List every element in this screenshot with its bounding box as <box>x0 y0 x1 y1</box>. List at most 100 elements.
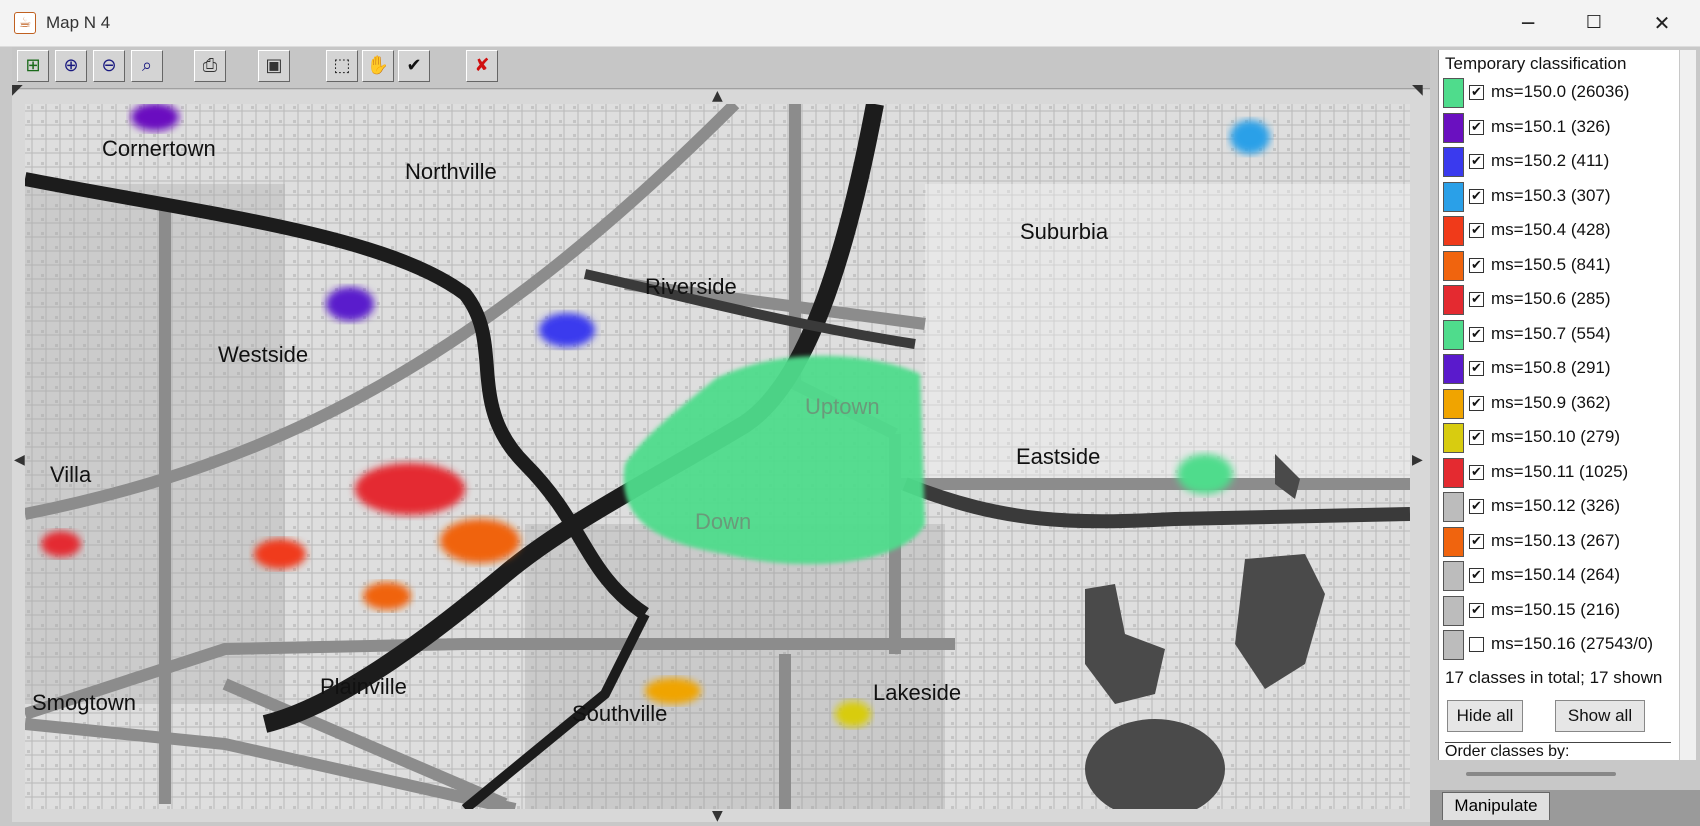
map-toolbar: ⊞ ⊕ ⊖ ⌕ ⎙ ▣ ⬚ ✋ ✔ ✘ <box>12 47 1430 89</box>
class-visibility-checkbox[interactable]: ✔ <box>1469 568 1484 583</box>
class-color-swatch[interactable] <box>1443 147 1464 177</box>
class-color-swatch[interactable] <box>1443 561 1464 591</box>
zoom-out-button[interactable]: ⊖ <box>93 50 125 82</box>
fit-map-button[interactable]: ⊞ <box>17 50 49 82</box>
place-label: Uptown <box>805 394 880 419</box>
class-color-swatch[interactable] <box>1443 216 1464 246</box>
pan-hand-button[interactable]: ✋ <box>362 50 394 82</box>
order-classes-label: Order classes by: <box>1445 742 1671 759</box>
class-row[interactable]: ✔ ms=150.13 (267) <box>1441 525 1673 559</box>
save-button[interactable]: ▣ <box>258 50 290 82</box>
class-label: ms=150.0 (26036) <box>1491 82 1630 101</box>
tab-manipulate[interactable]: Manipulate <box>1442 792 1550 820</box>
class-row[interactable]: ✔ ms=150.14 (264) <box>1441 559 1673 593</box>
pan-left-icon[interactable]: ◀ <box>14 452 25 468</box>
class-visibility-checkbox[interactable] <box>1469 637 1484 652</box>
class-blob-150-7 <box>1177 454 1233 494</box>
class-blob-150-11 <box>355 463 465 515</box>
panel-vertical-scrollbar[interactable] <box>1680 50 1696 760</box>
place-label: Down <box>695 509 751 534</box>
class-visibility-checkbox[interactable]: ✔ <box>1469 119 1484 135</box>
class-color-swatch[interactable] <box>1443 250 1464 281</box>
place-label: Northville <box>405 159 497 184</box>
class-visibility-checkbox[interactable]: ✔ <box>1469 257 1484 273</box>
class-row[interactable]: ✔ ms=150.6 (285) <box>1441 283 1673 317</box>
corner-arrow-icon[interactable]: ◥ <box>1412 82 1423 98</box>
class-color-swatch[interactable] <box>1443 78 1464 108</box>
class-visibility-checkbox[interactable]: ✔ <box>1469 533 1484 549</box>
class-row[interactable]: ✔ ms=150.0 (26036) <box>1441 76 1673 110</box>
class-label: ms=150.4 (428) <box>1491 220 1611 239</box>
place-label: Villa <box>50 462 92 487</box>
class-row[interactable]: ✔ ms=150.9 (362) <box>1441 387 1673 421</box>
class-color-swatch[interactable] <box>1443 181 1464 212</box>
class-blob-150-8 <box>326 287 374 321</box>
minimize-button[interactable]: ─ <box>1498 6 1558 40</box>
class-row[interactable]: ✔ ms=150.12 (326) <box>1441 490 1673 524</box>
confirm-button[interactable]: ✔ <box>398 50 430 82</box>
class-row[interactable]: ✔ ms=150.3 (307) <box>1441 180 1673 214</box>
class-color-swatch[interactable] <box>1443 319 1464 350</box>
class-visibility-checkbox[interactable]: ✔ <box>1469 395 1484 411</box>
class-visibility-checkbox[interactable]: ✔ <box>1469 430 1484 445</box>
class-visibility-checkbox[interactable]: ✔ <box>1469 85 1484 100</box>
class-row[interactable]: ms=150.16 (27543/0) <box>1441 628 1673 662</box>
class-row[interactable]: ✔ ms=150.10 (279) <box>1441 421 1673 455</box>
panel-horizontal-scrollbar[interactable] <box>1466 772 1616 776</box>
cancel-tool-button[interactable]: ✘ <box>466 50 498 82</box>
class-row[interactable]: ✔ ms=150.1 (326) <box>1441 111 1673 145</box>
map-canvas[interactable]: Cornertown Northville Riverside Suburbia… <box>25 104 1410 809</box>
class-visibility-checkbox[interactable]: ✔ <box>1469 361 1484 376</box>
class-row[interactable]: ✔ ms=150.11 (1025) <box>1441 456 1673 490</box>
classification-panel: Temporary classification ✔ ms=150.0 (2603… <box>1438 50 1679 760</box>
class-color-swatch[interactable] <box>1443 630 1464 660</box>
class-visibility-checkbox[interactable]: ✔ <box>1469 292 1484 307</box>
class-visibility-checkbox[interactable]: ✔ <box>1469 223 1484 238</box>
class-color-swatch[interactable] <box>1443 388 1464 419</box>
class-visibility-checkbox[interactable]: ✔ <box>1469 602 1484 618</box>
class-color-swatch[interactable] <box>1443 285 1464 315</box>
class-color-swatch[interactable] <box>1443 354 1464 384</box>
class-row[interactable]: ✔ ms=150.4 (428) <box>1441 214 1673 248</box>
class-visibility-checkbox[interactable]: ✔ <box>1469 499 1484 514</box>
class-blob-150-3 <box>1230 120 1270 154</box>
close-button[interactable]: ✕ <box>1632 6 1692 40</box>
select-rectangle-button[interactable]: ⬚ <box>326 50 358 82</box>
map-svg: Cornertown Northville Riverside Suburbia… <box>25 104 1410 809</box>
class-label: ms=150.13 (267) <box>1491 530 1620 550</box>
class-visibility-checkbox[interactable]: ✔ <box>1469 188 1484 204</box>
class-visibility-checkbox[interactable]: ✔ <box>1469 464 1484 480</box>
corner-arrow-icon[interactable]: ◤ <box>12 82 23 98</box>
maximize-button[interactable]: ☐ <box>1564 6 1624 40</box>
class-row[interactable]: ✔ ms=150.7 (554) <box>1441 318 1673 352</box>
class-color-swatch[interactable] <box>1443 112 1464 143</box>
hide-all-button[interactable]: Hide all <box>1447 700 1523 732</box>
class-color-swatch[interactable] <box>1443 492 1464 522</box>
print-button[interactable]: ⎙ <box>194 50 226 82</box>
class-blob-150-13 <box>363 582 411 610</box>
class-label: ms=150.3 (307) <box>1491 185 1611 205</box>
class-color-swatch[interactable] <box>1443 457 1464 488</box>
class-color-swatch[interactable] <box>1443 423 1464 453</box>
pan-right-icon[interactable]: ▶ <box>1412 452 1423 468</box>
pan-down-icon[interactable]: ▼ <box>712 808 723 824</box>
class-row[interactable]: ✔ ms=150.2 (411) <box>1441 145 1673 179</box>
find-location-button[interactable]: ⌕ <box>131 50 163 82</box>
title-bar: ☕ Map N 4 ─ ☐ ✕ <box>0 0 1700 47</box>
zoom-in-button[interactable]: ⊕ <box>55 50 87 82</box>
class-label: ms=150.10 (279) <box>1491 427 1620 446</box>
class-blob-150-2 <box>539 313 595 347</box>
class-row[interactable]: ✔ ms=150.5 (841) <box>1441 249 1673 283</box>
class-visibility-checkbox[interactable]: ✔ <box>1469 154 1484 169</box>
class-label: ms=150.9 (362) <box>1491 392 1611 412</box>
class-visibility-checkbox[interactable]: ✔ <box>1469 326 1484 342</box>
pan-up-icon[interactable]: ▲ <box>712 88 723 104</box>
window-title: Map N 4 <box>46 13 111 32</box>
class-row[interactable]: ✔ ms=150.8 (291) <box>1441 352 1673 386</box>
class-label: ms=150.11 (1025) <box>1491 461 1629 481</box>
class-row[interactable]: ✔ ms=150.15 (216) <box>1441 594 1673 628</box>
show-all-button[interactable]: Show all <box>1555 700 1645 732</box>
class-color-swatch[interactable] <box>1443 595 1464 626</box>
class-color-swatch[interactable] <box>1443 526 1464 557</box>
place-label: Southville <box>572 701 667 726</box>
